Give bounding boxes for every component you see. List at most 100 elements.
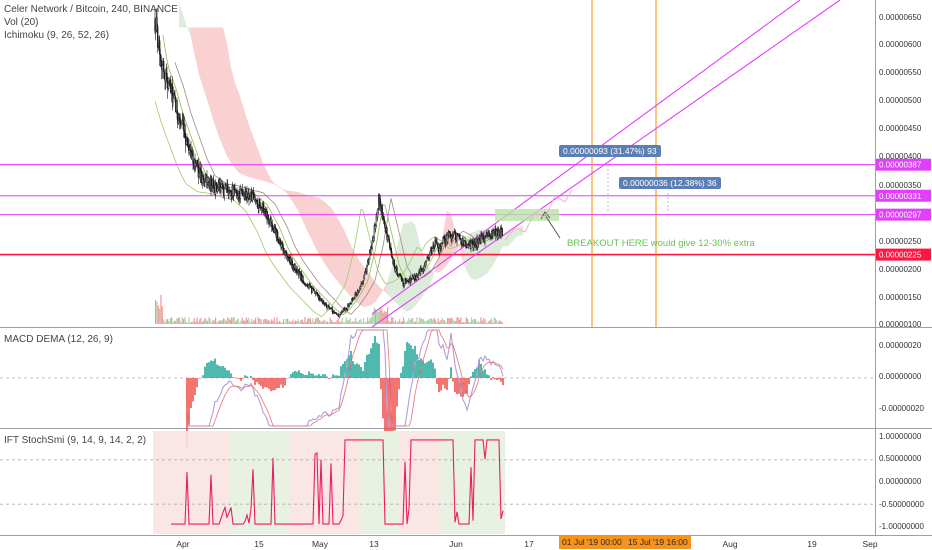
volume-bar xyxy=(465,317,467,324)
cloud-segment xyxy=(223,27,227,157)
volume-bar xyxy=(369,317,371,324)
cloud-segment xyxy=(331,207,335,278)
candle-body xyxy=(436,241,438,246)
measurement-label-large[interactable]: 0.00000093 (31.47%) 93 xyxy=(559,145,661,157)
cloud-segment xyxy=(343,227,347,293)
candle-body xyxy=(371,239,373,249)
candle-body xyxy=(443,236,445,239)
candle-body xyxy=(396,267,398,276)
candle-body xyxy=(328,305,330,308)
price-tick-label: 0.00000100 xyxy=(879,320,922,329)
macd-histogram-bar xyxy=(498,378,500,380)
candle-body xyxy=(389,241,391,248)
candle-body xyxy=(197,159,199,166)
volume-bar xyxy=(367,317,369,324)
candle-body xyxy=(159,54,161,57)
volume-bar xyxy=(448,318,450,324)
volume-bar xyxy=(321,321,323,324)
volume-bar xyxy=(257,317,259,324)
stoch-tick-label: -1.00000000 xyxy=(879,522,924,531)
macd-histogram-bar xyxy=(264,378,266,388)
volume-legend: Vol (20) xyxy=(4,17,39,28)
macd-histogram-bar xyxy=(396,378,398,407)
candle-body xyxy=(198,172,200,178)
cloud-segment xyxy=(211,27,215,126)
volume-bar xyxy=(176,318,178,324)
candle-body xyxy=(222,183,224,190)
candle-body xyxy=(362,280,364,284)
measurement-label-small[interactable]: 0.00000036 (12.38%) 36 xyxy=(619,177,721,189)
volume-bar xyxy=(220,320,222,324)
macd-histogram-bar xyxy=(272,378,274,391)
volume-bar xyxy=(464,322,466,324)
volume-bar xyxy=(479,322,481,324)
candle-body xyxy=(169,80,171,88)
volume-bar xyxy=(409,319,411,324)
time-tick-label: Apr xyxy=(176,539,189,549)
macd-histogram-bar xyxy=(224,367,226,378)
volume-bar xyxy=(189,322,191,324)
volume-bar xyxy=(179,317,181,324)
macd-histogram-bar xyxy=(244,375,246,378)
volume-bar xyxy=(439,322,441,324)
macd-histogram-bar xyxy=(342,363,344,378)
candle-body xyxy=(277,239,279,242)
volume-bar xyxy=(436,322,438,324)
macd-tick-label: -0.00000020 xyxy=(879,404,924,413)
volume-bar xyxy=(167,319,169,324)
macd-histogram-bar xyxy=(246,376,248,378)
candle-body xyxy=(429,250,431,256)
candle-body xyxy=(437,244,439,248)
macd-histogram-bar xyxy=(456,378,458,395)
candle-body xyxy=(213,179,215,188)
volume-bar xyxy=(240,320,242,324)
volume-bar xyxy=(315,318,317,324)
volume-bar xyxy=(208,317,210,324)
volume-bar xyxy=(265,318,267,324)
macd-histogram-bar xyxy=(258,378,260,385)
candle-body xyxy=(325,303,327,307)
candle-body xyxy=(311,288,313,294)
volume-bar xyxy=(231,317,233,324)
macd-histogram-bar xyxy=(374,335,376,378)
macd-histogram-bar xyxy=(270,378,272,392)
volume-bar xyxy=(344,322,346,324)
candle-body xyxy=(388,236,390,243)
volume-bar xyxy=(247,319,249,324)
candle-body xyxy=(176,100,178,115)
volume-bar xyxy=(161,306,163,324)
volume-bar xyxy=(155,299,157,324)
volume-bar xyxy=(183,319,185,324)
volume-bar xyxy=(355,317,357,324)
macd-histogram-bar xyxy=(362,370,364,378)
candle-body xyxy=(363,274,365,279)
candle-body xyxy=(460,238,462,244)
volume-bar xyxy=(341,318,343,324)
volume-bar xyxy=(261,322,263,324)
stoch-tick-label: 0.00000000 xyxy=(879,477,922,486)
volume-bar xyxy=(391,317,393,324)
cloud-segment xyxy=(239,93,243,175)
candle-body xyxy=(184,124,186,138)
macd-histogram-bar xyxy=(316,375,318,378)
macd-histogram-bar xyxy=(444,378,446,389)
volume-bar xyxy=(495,318,497,324)
volume-bar xyxy=(173,320,175,324)
candle-body xyxy=(484,235,486,243)
volume-bar xyxy=(259,318,261,324)
volume-bar xyxy=(405,322,407,324)
cloud-segment xyxy=(203,27,207,100)
volume-bar xyxy=(332,321,334,324)
volume-bar xyxy=(281,322,283,324)
volume-bar xyxy=(449,318,451,324)
candle-body xyxy=(364,271,366,276)
macd-histogram-bar xyxy=(488,375,490,378)
volume-bar xyxy=(311,322,313,324)
volume-bar xyxy=(399,319,401,324)
macd-histogram-bar xyxy=(294,370,296,378)
volume-bar xyxy=(325,321,327,324)
candle-body xyxy=(163,71,165,80)
volume-bar xyxy=(424,320,426,324)
cloud-segment xyxy=(311,196,315,247)
volume-bar xyxy=(427,320,429,324)
